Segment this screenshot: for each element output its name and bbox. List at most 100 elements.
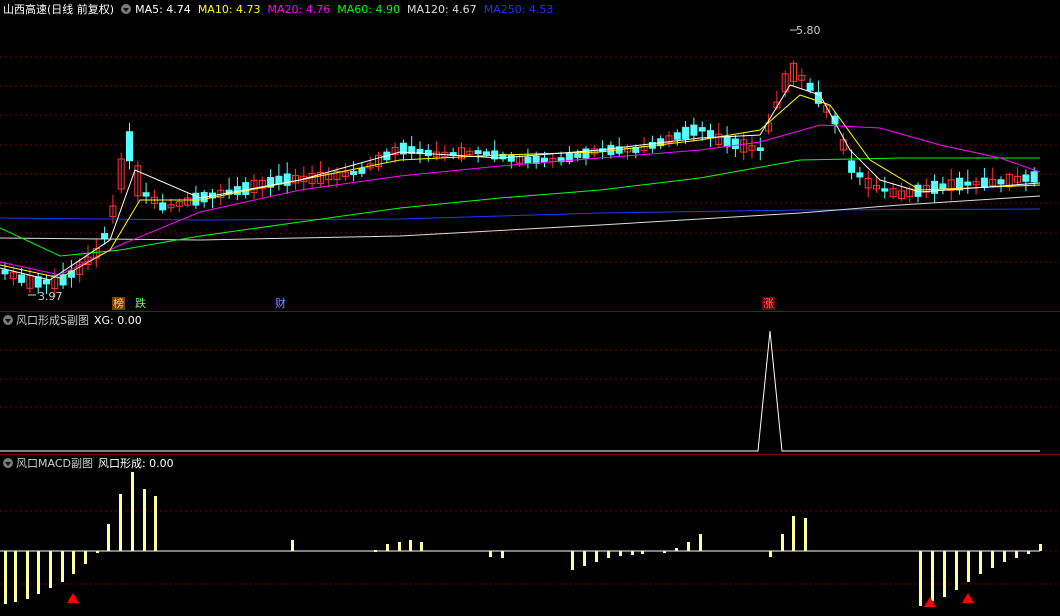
candle-body xyxy=(931,180,939,194)
signal-triangle xyxy=(924,597,936,607)
macd-bar xyxy=(663,551,666,553)
candle-body xyxy=(690,124,698,136)
macd-bar xyxy=(919,551,922,606)
ma60-label: MA60: 4.90 xyxy=(337,2,400,16)
candle-body xyxy=(126,131,133,162)
dropdown-icon[interactable] xyxy=(3,458,13,468)
macd-bar xyxy=(1027,551,1030,554)
macd-bar xyxy=(1015,551,1018,558)
xg-signal-line xyxy=(0,330,1040,452)
dropdown-icon[interactable] xyxy=(3,315,13,325)
macd-bar xyxy=(571,551,574,570)
macd-bar-chart[interactable] xyxy=(0,454,1060,616)
macd-bar xyxy=(143,489,146,551)
candle-body xyxy=(43,279,50,285)
macd-bar xyxy=(1003,551,1006,562)
macd-bar xyxy=(1039,544,1042,551)
macd-bar xyxy=(769,551,772,557)
macd-bar xyxy=(84,551,87,564)
macd-bar xyxy=(107,524,110,551)
candle-body xyxy=(541,157,548,163)
candle-body xyxy=(242,182,250,195)
xg-indicator-panel[interactable]: 风口形成S副图 XG: 0.00 xyxy=(0,311,1060,454)
candle-body xyxy=(939,183,947,190)
macd-bar xyxy=(631,551,634,555)
macd-bar xyxy=(398,542,401,551)
macd-bar xyxy=(595,551,598,562)
ma5-label: MA5: 4.74 xyxy=(135,2,191,16)
candle-body xyxy=(997,179,1005,185)
candle-body xyxy=(682,126,690,140)
candle-body xyxy=(848,160,856,173)
macd-bar xyxy=(979,551,982,574)
tag-bang[interactable]: 榜 xyxy=(112,297,125,310)
macd-bar xyxy=(792,516,795,551)
macd-bar xyxy=(781,534,784,551)
macd-bar xyxy=(420,542,423,551)
macd-bar xyxy=(687,542,690,551)
tag-cai[interactable]: 财 xyxy=(274,297,287,310)
macd-value: 风口形成: 0.00 xyxy=(97,457,174,470)
macd-bar xyxy=(386,544,389,551)
macd-bar xyxy=(14,551,17,602)
ma250-label: MA250: 4.53 xyxy=(483,2,554,16)
ma10-line xyxy=(0,94,1041,279)
candle-body xyxy=(964,181,972,186)
stock-title: 山西高速(日线 前复权) xyxy=(3,3,115,16)
signal-triangle xyxy=(962,593,974,603)
macd-bar xyxy=(291,540,294,551)
macd-bar xyxy=(374,550,377,552)
macd-bar xyxy=(675,548,678,551)
macd-bar xyxy=(967,551,970,582)
macd-bar xyxy=(49,551,52,588)
ma20-label: MA20: 4.76 xyxy=(267,2,331,16)
candle-body xyxy=(507,154,515,162)
macd-bar xyxy=(489,551,492,557)
macd-bar xyxy=(501,551,504,558)
ma10-label: MA10: 4.73 xyxy=(197,2,261,16)
dropdown-icon[interactable] xyxy=(121,4,132,14)
candle-body xyxy=(159,202,167,211)
macd-bar xyxy=(607,551,610,558)
macd-bar xyxy=(619,551,622,556)
tag-zhang[interactable]: 涨 xyxy=(762,297,775,310)
candle-body xyxy=(756,147,764,151)
main-chart-panel[interactable]: 山西高速(日线 前复权) MA5: 4.74 MA10: 4.73 MA20: … xyxy=(0,0,1060,311)
macd-bar xyxy=(26,551,29,599)
xg-header: 风口形成S副图 XG: 0.00 xyxy=(3,313,149,327)
candle-body xyxy=(424,149,432,156)
macd-bar xyxy=(37,551,40,594)
candle-body xyxy=(673,132,681,140)
macd-bar xyxy=(61,551,64,582)
macd-bar xyxy=(4,551,7,604)
macd-bar xyxy=(931,551,934,601)
macd-bar xyxy=(131,472,134,551)
low-price-label: 3.97 xyxy=(38,290,63,303)
candle-body xyxy=(881,188,889,192)
candle-body xyxy=(856,172,864,178)
macd-bar xyxy=(96,551,99,553)
ma120-label: MA120: 4.67 xyxy=(406,2,477,16)
macd-bar xyxy=(943,551,946,597)
xg-value: XG: 0.00 xyxy=(93,313,142,327)
candlestick-chart[interactable] xyxy=(0,0,1060,311)
macd-bar xyxy=(119,494,122,551)
xg-line-chart[interactable] xyxy=(0,311,1060,454)
candle-body xyxy=(582,148,590,159)
candle-body xyxy=(980,177,988,188)
candle-body xyxy=(18,274,26,283)
ma60-line xyxy=(0,157,1040,257)
macd-bar xyxy=(804,518,807,551)
macd-bar xyxy=(583,551,586,566)
macd-bar xyxy=(154,496,157,551)
macd-bar xyxy=(641,551,644,554)
candle-body xyxy=(806,82,814,91)
ma250-line xyxy=(0,208,1041,221)
macd-header: 风口MACD副图 风口形成: 0.00 xyxy=(3,456,181,470)
tag-die[interactable]: 跌 xyxy=(134,297,147,310)
macd-indicator-panel[interactable]: 风口MACD副图 风口形成: 0.00 xyxy=(0,454,1060,616)
candle-body xyxy=(474,150,482,155)
candle-body xyxy=(350,170,358,176)
ma5-line xyxy=(0,84,1041,281)
candle-body xyxy=(1030,171,1038,183)
